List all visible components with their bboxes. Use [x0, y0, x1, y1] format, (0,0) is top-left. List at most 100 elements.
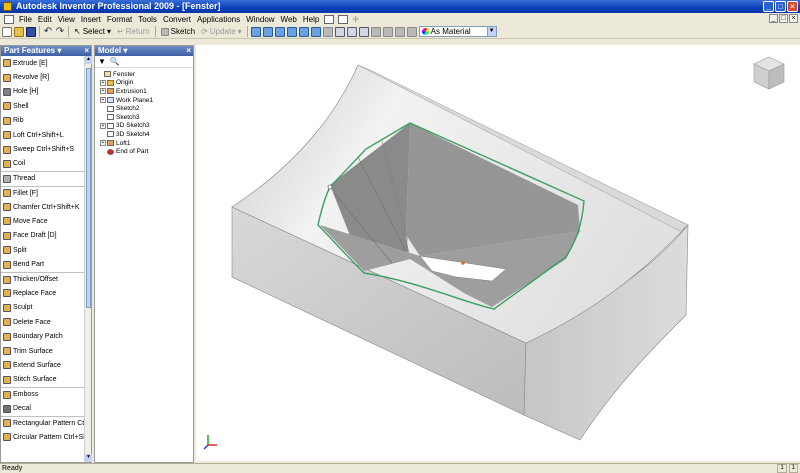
expand-icon[interactable]: +	[100, 97, 106, 104]
rotate-icon[interactable]	[310, 26, 321, 37]
part-features-header[interactable]: Part Features ▾ ×	[1, 46, 91, 56]
command-item[interactable]: Bend Part	[1, 257, 85, 271]
close-button[interactable]: ×	[787, 1, 798, 12]
select-button[interactable]: ↖ Select ▾	[72, 26, 113, 37]
command-item[interactable]: Replace Face	[1, 286, 85, 300]
filter-icon[interactable]: ▼	[98, 57, 106, 66]
command-item[interactable]: Chamfer Ctrl+Shift+K	[1, 200, 85, 214]
command-item[interactable]: Move Face	[1, 214, 85, 228]
shaded-icon[interactable]	[346, 26, 357, 37]
save-icon[interactable]	[26, 26, 36, 37]
command-item[interactable]: Thicken/Offset	[1, 271, 85, 286]
command-item[interactable]: Boundary Patch	[1, 329, 85, 343]
expand-icon[interactable]: +	[100, 122, 106, 129]
look-at-icon[interactable]	[322, 26, 333, 37]
redo-icon[interactable]: ↷	[55, 26, 65, 37]
slice-graphics-icon[interactable]	[394, 26, 405, 37]
command-item[interactable]: Split	[1, 243, 85, 257]
find-icon[interactable]: 🔍	[110, 57, 120, 66]
command-item[interactable]: Revolve [R]	[1, 70, 85, 84]
command-item[interactable]: Sweep Ctrl+Shift+S	[1, 142, 85, 156]
undo-icon[interactable]: ↶	[43, 26, 53, 37]
menu-web[interactable]: Web	[278, 15, 300, 24]
pan-icon[interactable]	[286, 26, 297, 37]
command-item[interactable]: Fillet [F]	[1, 185, 85, 200]
expand-icon[interactable]: +	[100, 140, 106, 147]
zoom-icon[interactable]	[274, 26, 285, 37]
vertical-scrollbar[interactable]: ▲ ▼	[84, 56, 92, 462]
command-item[interactable]: Emboss	[1, 386, 85, 401]
analysis-icon[interactable]	[406, 26, 417, 37]
command-item[interactable]: Hole [H]	[1, 85, 85, 99]
tree-node[interactable]: +3D Sketch3	[95, 122, 193, 131]
doc-close-button[interactable]: ×	[789, 14, 798, 23]
tree-node[interactable]: End of Part	[95, 147, 193, 156]
command-item[interactable]: Stitch Surface	[1, 373, 85, 387]
command-item[interactable]: Rectangular Pattern Ctrl+Shift+R	[1, 415, 85, 430]
menu-edit[interactable]: Edit	[35, 15, 55, 24]
menu-convert[interactable]: Convert	[160, 15, 194, 24]
model-browser-header[interactable]: Model ▾ ×	[95, 46, 193, 56]
doc-restore-button[interactable]: □	[779, 14, 788, 23]
graphics-viewport[interactable]	[196, 45, 800, 461]
section-view-icon[interactable]	[382, 26, 393, 37]
menu-view[interactable]: View	[55, 15, 78, 24]
maximize-button[interactable]: □	[775, 1, 786, 12]
command-item[interactable]: Decal	[1, 401, 85, 415]
scroll-down-icon[interactable]: ▼	[85, 454, 92, 462]
ground-shadow-icon[interactable]	[370, 26, 381, 37]
command-item[interactable]: Thread	[1, 171, 85, 185]
command-item[interactable]: Sculpt	[1, 301, 85, 315]
new-icon[interactable]	[2, 26, 12, 37]
minimize-button[interactable]: _	[763, 1, 774, 12]
scrollbar-thumb[interactable]	[86, 68, 91, 308]
expand-icon[interactable]: +	[100, 88, 106, 95]
tree-node[interactable]: + Origin	[95, 79, 193, 88]
command-icon	[3, 347, 11, 355]
doc-minimize-button[interactable]: _	[769, 14, 778, 23]
tree-node[interactable]: + Work Plane1	[95, 96, 193, 105]
close-icon[interactable]: ×	[186, 46, 191, 56]
menu-window[interactable]: Window	[243, 15, 277, 24]
zoom-window-icon[interactable]	[262, 26, 273, 37]
command-item[interactable]: Face Draft [D]	[1, 229, 85, 243]
close-icon[interactable]: ×	[84, 46, 89, 56]
command-item[interactable]: Extrude [E]	[1, 56, 85, 70]
command-item[interactable]: Coil	[1, 157, 85, 171]
tree-node[interactable]: + Extrusion1	[95, 87, 193, 96]
menu-applications[interactable]: Applications	[194, 15, 243, 24]
tree-node[interactable]: Fenster	[95, 70, 193, 79]
menu-file[interactable]: File	[16, 15, 35, 24]
help-icon[interactable]	[324, 14, 335, 24]
material-select[interactable]: As Material ▼	[418, 26, 497, 37]
command-item[interactable]: Trim Surface	[1, 344, 85, 358]
sketch-button[interactable]: Sketch	[159, 26, 197, 37]
command-item[interactable]: Circular Pattern Ctrl+Shift+O	[1, 430, 85, 444]
tree-node[interactable]: Sketch2	[95, 104, 193, 113]
zoom-selected-icon[interactable]	[298, 26, 309, 37]
update-button[interactable]: ⟳ Update ▾	[199, 26, 244, 37]
command-item[interactable]: Delete Face	[1, 315, 85, 329]
open-icon[interactable]	[14, 26, 24, 37]
tree-node[interactable]: Sketch3	[95, 113, 193, 122]
camera-icon[interactable]	[358, 26, 369, 37]
menu-help[interactable]: Help	[300, 15, 322, 24]
zoom-all-icon[interactable]	[250, 26, 261, 37]
snap-icon[interactable]: ✛	[352, 15, 362, 24]
command-item[interactable]: Shell	[1, 99, 85, 113]
command-item[interactable]: Rib	[1, 114, 85, 128]
whats-this-icon[interactable]	[338, 14, 349, 24]
tree-node[interactable]: + Loft1	[95, 139, 193, 148]
command-item[interactable]: Loft Ctrl+Shift+L	[1, 128, 85, 142]
menu-tools[interactable]: Tools	[135, 15, 160, 24]
tree-node[interactable]: 3D Sketch4	[95, 130, 193, 139]
menu-format[interactable]: Format	[104, 15, 135, 24]
menu-insert[interactable]: Insert	[78, 15, 104, 24]
sketch-icon	[107, 114, 114, 121]
viewcube-icon[interactable]	[752, 55, 786, 91]
expand-icon[interactable]: +	[100, 79, 106, 86]
command-item[interactable]: Extend Surface	[1, 358, 85, 372]
return-button[interactable]: ↵ Return	[115, 26, 152, 37]
scroll-up-icon[interactable]: ▲	[85, 56, 92, 64]
display-mode-icon[interactable]	[334, 26, 345, 37]
